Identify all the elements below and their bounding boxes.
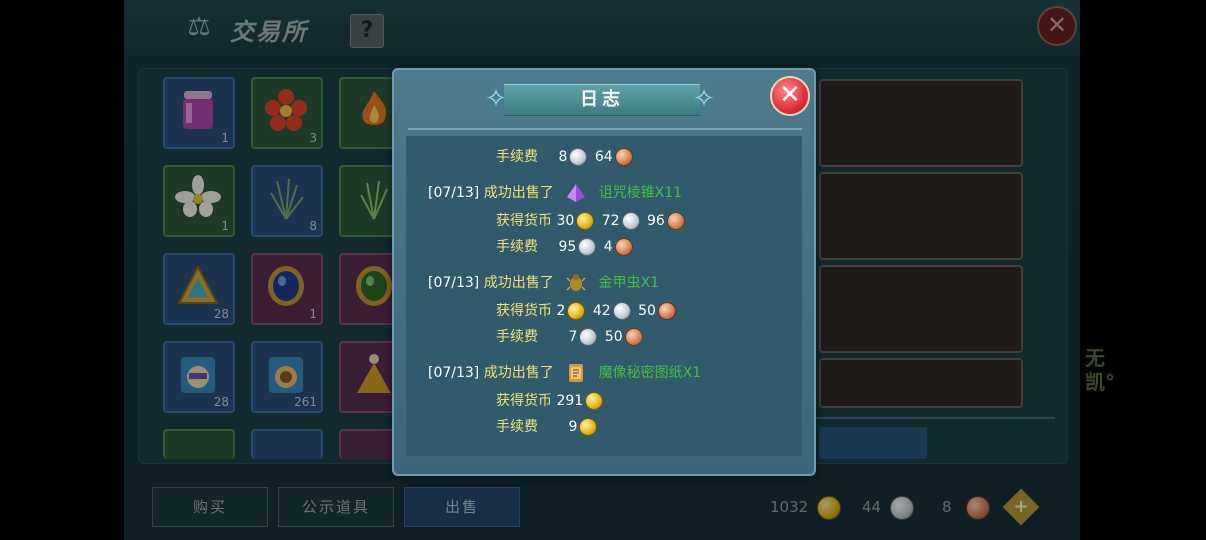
sold-item-name: 魔像秘密图纸X1	[598, 365, 702, 381]
silver-coin-icon	[612, 302, 631, 320]
fee-copper: 50	[604, 329, 623, 345]
dialog-title: 日志	[580, 89, 624, 110]
fee-copper: 64	[594, 149, 613, 165]
side-text: 无 凯°	[1085, 346, 1115, 394]
gold-coin-icon	[567, 302, 586, 320]
log-earned-row: 获得货币 2 42 50	[496, 300, 679, 322]
silver-coin-icon	[569, 148, 588, 166]
sold-label: 成功出售了	[483, 275, 554, 291]
fee-silver: 7	[568, 329, 578, 345]
sold-label: 成功出售了	[483, 185, 554, 201]
earned-silver: 72	[601, 213, 620, 229]
fee-silver: 95	[558, 239, 577, 255]
sale-date: [07/13]	[428, 365, 480, 381]
fee-label: 手续费	[496, 149, 538, 165]
pyramid-icon	[567, 184, 586, 202]
log-sale-row: [07/13] 成功出售了 诅咒棱锥X11	[428, 182, 682, 204]
log-sale-row: [07/13] 成功出售了 魔像秘密图纸X1	[428, 362, 701, 384]
log-earned-row: 获得货币 291	[496, 390, 606, 412]
log-fee-row: 手续费 7 50	[496, 326, 646, 348]
title-band: 日志	[504, 84, 700, 116]
fee-label: 手续费	[496, 239, 538, 255]
copper-coin-icon	[614, 238, 633, 256]
log-dialog: ✧ 日志 ✧ ✕ 手续费 8 64 [07/13] 成功出售了 诅咒棱锥X11 …	[392, 68, 816, 476]
sold-item-name: 金甲虫X1	[598, 275, 660, 291]
fee-copper: 4	[603, 239, 613, 255]
fee-gold: 9	[568, 419, 578, 435]
earned-label: 获得货币	[496, 393, 552, 409]
earned-silver: 42	[592, 303, 611, 319]
earned-copper: 50	[638, 303, 656, 319]
earned-label: 获得货币	[496, 213, 552, 229]
copper-coin-icon	[657, 302, 676, 320]
fee-label: 手续费	[496, 329, 538, 345]
title-divider	[408, 128, 802, 130]
silver-coin-icon	[621, 212, 640, 230]
fee-label: 手续费	[496, 419, 538, 435]
silver-coin-icon	[578, 238, 597, 256]
log-sale-row: [07/13] 成功出售了 金甲虫X1	[428, 272, 659, 294]
sold-item-name: 诅咒棱锥X11	[598, 185, 683, 201]
silver-coin-icon	[579, 328, 598, 346]
log-fee-row: 手续费 95 4	[496, 236, 636, 258]
sale-date: [07/13]	[428, 275, 480, 291]
sold-label: 成功出售了	[483, 365, 554, 381]
gold-coin-icon	[579, 418, 598, 436]
earned-gold: 291	[556, 393, 584, 409]
log-fee-row: 手续费 9	[496, 416, 600, 438]
fee-silver: 8	[558, 149, 568, 165]
copper-coin-icon	[624, 328, 643, 346]
log-list[interactable]: 手续费 8 64 [07/13] 成功出售了 诅咒棱锥X11 获得货币 30 7…	[406, 136, 802, 456]
swirl-ornament-right-icon: ✧	[693, 84, 715, 114]
gold-coin-icon	[576, 212, 595, 230]
earned-copper: 96	[647, 213, 665, 229]
gold-coin-icon	[585, 392, 604, 410]
earned-gold: 2	[556, 303, 566, 319]
log-fee-row: 手续费 8 64	[496, 146, 636, 168]
scroll-icon	[569, 364, 584, 382]
earned-gold: 30	[556, 213, 575, 229]
dialog-close-button[interactable]: ✕	[770, 76, 810, 116]
log-earned-row: 获得货币 30 72 96	[496, 210, 688, 232]
copper-coin-icon	[614, 148, 633, 166]
copper-coin-icon	[666, 212, 685, 230]
beetle-icon	[566, 274, 586, 291]
earned-label: 获得货币	[496, 303, 552, 319]
sale-date: [07/13]	[428, 185, 480, 201]
